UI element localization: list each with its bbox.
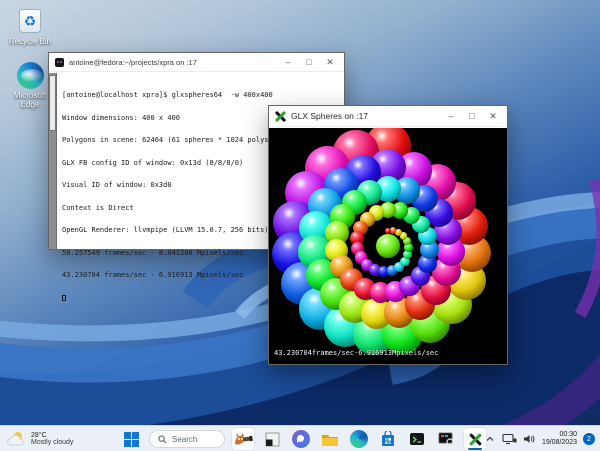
search-placeholder: Search [172, 434, 198, 444]
minimize-button[interactable]: – [280, 57, 296, 67]
screen: ♻ Recycle Bin Microsoft Edge antoine@fed… [0, 0, 600, 451]
glx-fps-overlay: 43.230704frames/sec-6.916913Mpixels/sec [274, 349, 439, 357]
close-button[interactable]: ✕ [322, 57, 338, 68]
tray-date: 19/08/2023 [541, 439, 577, 446]
clock[interactable]: 00:30 19/08/2023 [542, 431, 577, 447]
weather-temperature: 28°C [31, 432, 47, 439]
taskbar-icon-x-server[interactable] [464, 428, 486, 450]
x-server-icon [274, 110, 287, 122]
windows-logo-icon [123, 431, 139, 447]
terminal-icon [410, 433, 424, 445]
taskbar-icon-app-window[interactable] [261, 428, 283, 450]
taskbar-icon-gimp[interactable] [232, 428, 254, 450]
terminal-line: [antoine@localhost xpra]$ glxspheres64 -… [62, 91, 273, 99]
desktop-icon-recycle-bin[interactable]: ♻ Recycle Bin [4, 6, 56, 47]
notification-badge[interactable]: 2 [583, 433, 595, 445]
minimize-button[interactable]: – [443, 111, 459, 121]
maximize-button[interactable]: □ [464, 111, 480, 121]
gimp-icon [234, 433, 253, 445]
glx-canvas: 43.230704frames/sec-6.916913Mpixels/sec [269, 128, 507, 364]
terminal-title: antoine@fedora:~/projects/xpra on :17 [69, 57, 197, 67]
search-box[interactable]: Search [149, 430, 225, 448]
sphere [376, 234, 400, 258]
desktop-icon-label: Recycle Bin [8, 37, 52, 46]
maximize-button[interactable]: □ [301, 57, 317, 67]
volume-icon[interactable] [523, 433, 536, 445]
sphere [395, 228, 403, 236]
desktop-icon-label: Microsoft Edge [13, 91, 47, 109]
taskbar-icon-terminal[interactable] [406, 428, 428, 450]
chat-icon [292, 430, 310, 448]
weather-widget[interactable]: 28°C Mostly cloudy [7, 428, 73, 450]
network-icon[interactable] [502, 433, 517, 445]
active-app-indicator [468, 448, 482, 450]
store-icon [382, 431, 394, 446]
close-button[interactable]: ✕ [485, 111, 501, 122]
system-tray: 00:30 19/08/2023 2 [484, 428, 595, 450]
edge-icon [15, 60, 45, 90]
start-button[interactable] [120, 428, 142, 450]
display-zoom-icon [438, 432, 454, 447]
taskbar-icon-store[interactable] [377, 428, 399, 450]
terminal-cursor [62, 294, 66, 301]
taskbar-icon-chat[interactable] [290, 428, 312, 450]
taskbar-icon-display-zoom[interactable] [435, 428, 457, 450]
app-window-icon [265, 432, 279, 446]
taskbar-icon-edge[interactable] [348, 428, 370, 450]
terminal-scrollbar-thumb[interactable] [49, 75, 56, 131]
glx-title: GLX Spheres on :17 [291, 111, 369, 121]
glx-titlebar[interactable]: GLX Spheres on :17 – □ ✕ [269, 106, 507, 127]
edge-icon [350, 430, 368, 448]
weather-condition: Mostly cloudy [31, 439, 74, 446]
terminal-window-icon [55, 57, 64, 67]
glx-spheres-window: GLX Spheres on :17 – □ ✕ 43.230704frames… [268, 105, 508, 365]
file-explorer-icon [322, 434, 338, 446]
search-icon [158, 434, 167, 443]
x-server-icon [468, 432, 482, 446]
tray-time: 00:30 [559, 431, 577, 438]
weather-icon [7, 432, 24, 446]
terminal-scrollbar[interactable] [49, 73, 57, 249]
taskbar-center: Search [120, 428, 486, 450]
taskbar: 28°C Mostly cloudy Search 00:30 19/08/20… [0, 425, 600, 451]
terminal-titlebar[interactable]: antoine@fedora:~/projects/xpra on :17 – … [49, 53, 344, 72]
hidden-icons-chevron[interactable] [484, 433, 496, 445]
taskbar-icon-file-explorer[interactable] [319, 428, 341, 450]
recycle-bin-icon: ♻ [15, 6, 45, 36]
